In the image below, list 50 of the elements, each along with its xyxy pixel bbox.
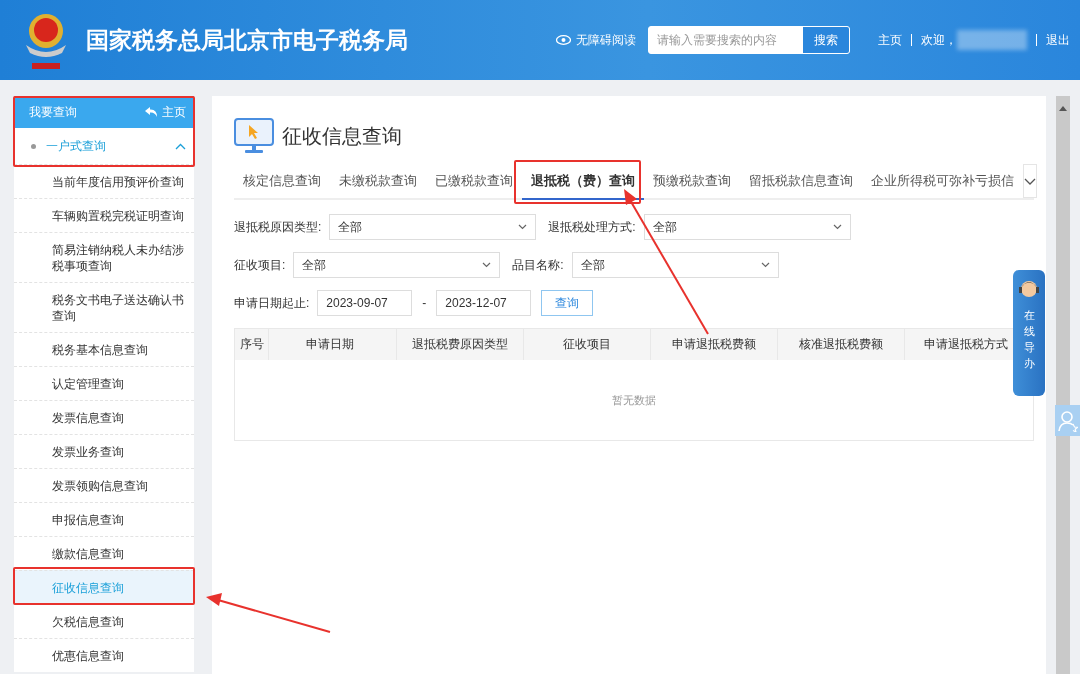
- search-button[interactable]: 搜索: [803, 27, 849, 53]
- online-help-widget[interactable]: 在线导办: [1013, 270, 1045, 396]
- welcome-text: 欢迎，: [921, 31, 957, 49]
- chevron-down-icon: [760, 262, 770, 268]
- filter-label: 退抵税处理方式:: [548, 218, 636, 236]
- column-header: 退抵税费原因类型: [412, 336, 508, 353]
- column-header: 申请日期: [305, 336, 354, 353]
- scrollbar[interactable]: [1056, 96, 1070, 674]
- chevron-down-icon: [482, 262, 492, 268]
- date-field[interactable]: 2023-09-07: [317, 290, 413, 316]
- monitor-icon: [234, 118, 274, 154]
- chevron-icon: [175, 142, 186, 150]
- page-title: 征收信息查询: [282, 123, 402, 149]
- search-field[interactable]: 请输入需要搜索的内容 搜索: [648, 26, 850, 54]
- query-button[interactable]: 查询: [541, 290, 594, 316]
- chevron-down-icon: [518, 224, 528, 230]
- filter-label: 申请日期起止:: [234, 294, 310, 312]
- empty-message: 暂无数据: [612, 392, 656, 408]
- sidebar-title: 我要查询: [29, 103, 78, 121]
- date-field[interactable]: 2023-12-07: [436, 290, 532, 316]
- tab[interactable]: 留抵税款信息查询: [740, 164, 862, 200]
- tab[interactable]: 预缴税款查询: [644, 164, 740, 200]
- more-tabs-button[interactable]: [1023, 164, 1037, 198]
- blurred-name: [957, 30, 1027, 50]
- dropdown-select[interactable]: 全部: [293, 252, 501, 278]
- range-separator: -: [422, 296, 427, 310]
- column-header: 申请退抵税费额: [672, 336, 756, 353]
- column-header: 征收项目: [563, 336, 611, 353]
- eye-icon: [556, 35, 571, 45]
- column-header: 核准退抵税费额: [799, 336, 883, 353]
- filter-label: 品目名称:: [512, 256, 564, 274]
- scroll-up-icon[interactable]: [1059, 106, 1067, 111]
- dropdown-select[interactable]: 全部: [643, 214, 851, 240]
- tab[interactable]: 已缴税款查询: [426, 164, 522, 200]
- user-icon: [1057, 409, 1078, 432]
- dropdown-select[interactable]: 全部: [329, 214, 537, 240]
- filter-label: 征收项目:: [234, 256, 286, 274]
- column-header: 申请退抵税方式: [924, 336, 1008, 353]
- dropdown-select[interactable]: 全部: [571, 252, 779, 278]
- nav-link[interactable]: 退出: [1046, 31, 1070, 49]
- chevron-down-icon: [832, 224, 842, 230]
- tab[interactable]: 未缴税款查询: [330, 164, 426, 200]
- tab[interactable]: 企业所得税可弥补亏损信: [862, 164, 1023, 200]
- nav-link[interactable]: 主页: [878, 31, 902, 49]
- site-title: 国家税务总局北京市电子税务局: [86, 25, 408, 55]
- column-header: 序号: [239, 336, 264, 353]
- chevron-down-icon: [1024, 177, 1036, 185]
- filter-label: 退抵税原因类型:: [234, 218, 322, 236]
- tab[interactable]: 核定信息查询: [234, 164, 330, 200]
- reply-arrow-icon: [145, 107, 158, 117]
